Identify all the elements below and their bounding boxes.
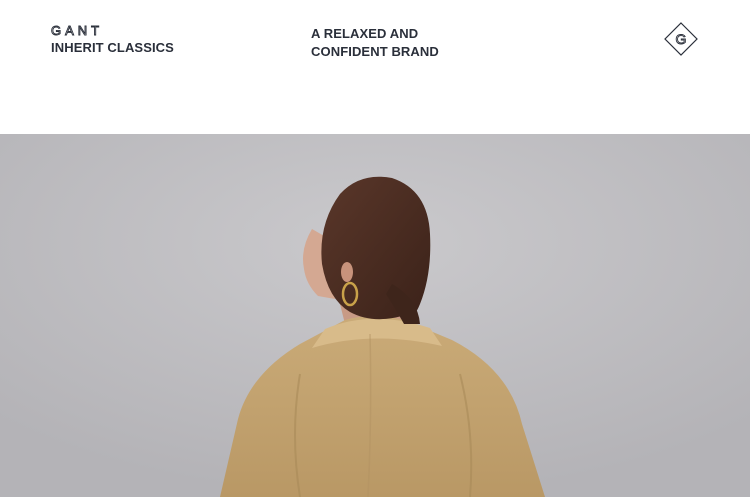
hero-banner[interactable]: [0, 134, 750, 497]
brand-tagline: INHERIT CLASSICS: [51, 40, 174, 55]
gant-wordmark-logo: GANT: [51, 24, 103, 36]
svg-text:GANT: GANT: [51, 24, 103, 36]
slogan-line-1: A RELAXED AND: [311, 26, 419, 41]
site-header: GANT INHERIT CLASSICS A RELAXED AND CONF…: [0, 0, 750, 134]
svg-text:G: G: [676, 31, 687, 47]
slogan-line-2: CONFIDENT BRAND: [311, 44, 439, 59]
page: GANT INHERIT CLASSICS A RELAXED AND CONF…: [0, 0, 750, 497]
gant-g-diamond-icon[interactable]: G: [664, 22, 698, 56]
hero-image: [0, 134, 750, 497]
brand-logo-link[interactable]: GANT INHERIT CLASSICS: [51, 24, 174, 54]
brand-slogan: A RELAXED AND CONFIDENT BRAND: [311, 25, 439, 61]
